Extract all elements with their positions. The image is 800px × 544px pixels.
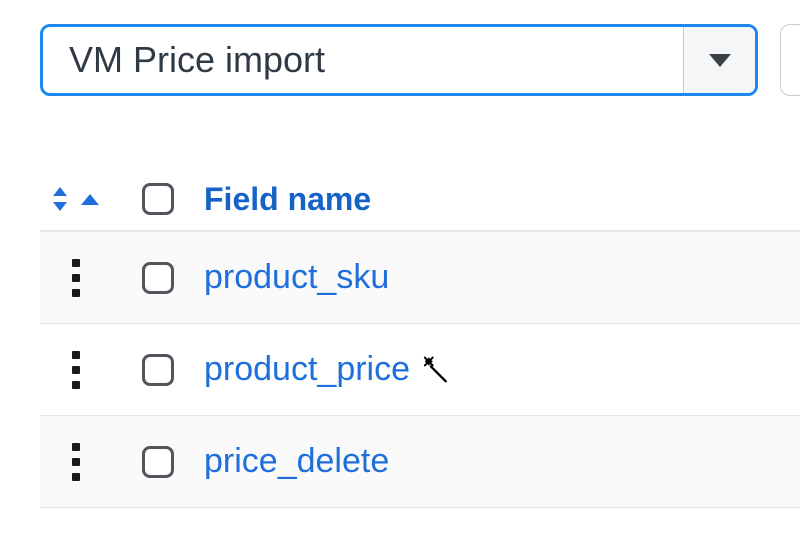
dropdown-toggle[interactable] — [683, 27, 755, 93]
row-checkbox[interactable] — [142, 354, 174, 386]
table-header: Field name — [40, 168, 800, 232]
sort-asc-icon — [81, 194, 99, 205]
sort-both-icon — [53, 187, 67, 211]
drag-handle-icon[interactable] — [72, 351, 80, 389]
drag-handle-icon[interactable] — [72, 443, 80, 481]
table-row: price_delete — [40, 416, 800, 508]
table-row: product_price — [40, 324, 800, 416]
select-all-checkbox[interactable] — [142, 183, 174, 215]
fields-table: Field name product_sku product_price — [40, 168, 800, 508]
sort-controls[interactable] — [40, 187, 112, 211]
field-link[interactable]: product_sku — [204, 258, 389, 297]
field-link[interactable]: product_price — [204, 350, 410, 389]
caret-down-icon — [709, 54, 731, 67]
magic-wand-icon — [416, 353, 450, 387]
column-header-field-name[interactable]: Field name — [204, 181, 800, 218]
adjacent-button[interactable] — [780, 24, 800, 96]
row-checkbox[interactable] — [142, 446, 174, 478]
drag-handle-icon[interactable] — [72, 259, 80, 297]
import-preset-dropdown[interactable]: VM Price import — [40, 24, 758, 96]
table-row: product_sku — [40, 232, 800, 324]
row-checkbox[interactable] — [142, 262, 174, 294]
dropdown-selected-value: VM Price import — [43, 39, 683, 81]
field-link[interactable]: price_delete — [204, 442, 389, 481]
